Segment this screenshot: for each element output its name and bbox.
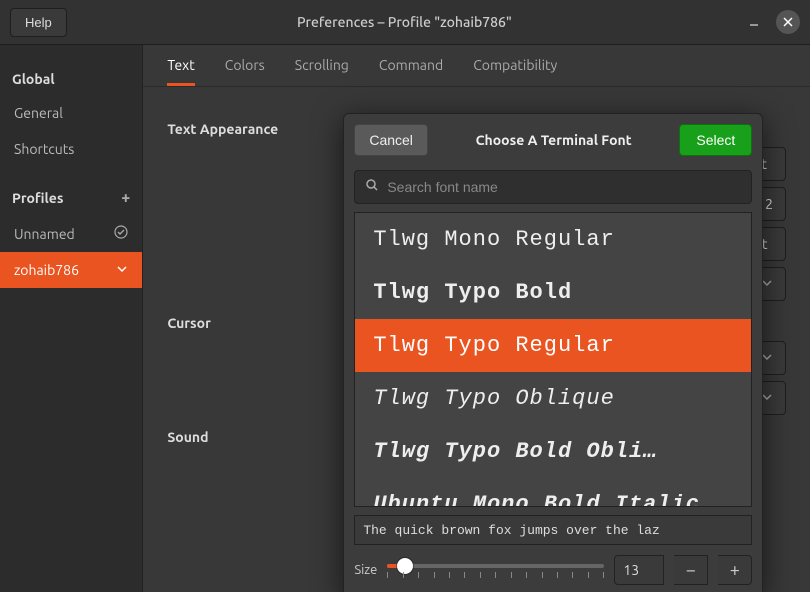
search-icon	[365, 178, 379, 196]
tab-scrolling[interactable]: Scrolling	[295, 57, 349, 86]
select-button[interactable]: Select	[679, 124, 752, 156]
sidebar: Global General Shortcuts Profiles + Unna…	[0, 45, 143, 592]
tabs: Text Colors Scrolling Command Compatibil…	[143, 45, 810, 87]
font-item[interactable]: Tlwg Typo Regular	[355, 319, 751, 372]
chevron-down-icon[interactable]	[116, 262, 128, 278]
titlebar: Help Preferences – Profile "zohaib786"	[0, 0, 810, 45]
sidebar-profile-unnamed[interactable]: Unnamed	[0, 215, 142, 252]
main-panel: Text Colors Scrolling Command Compatibil…	[143, 45, 810, 592]
tab-command[interactable]: Command	[379, 57, 443, 86]
font-item[interactable]: Tlwg Mono Regular	[355, 213, 751, 266]
tab-compatibility[interactable]: Compatibility	[473, 57, 557, 86]
help-button[interactable]: Help	[10, 8, 67, 37]
close-button[interactable]	[776, 10, 800, 34]
size-minus-button[interactable]: −	[674, 555, 708, 585]
minimize-button[interactable]	[742, 10, 766, 34]
font-item[interactable]: Ubuntu Mono Bold Italic	[355, 478, 751, 507]
size-value[interactable]: 13	[614, 555, 664, 585]
search-field[interactable]	[354, 170, 752, 204]
sidebar-section-profiles: Profiles +	[0, 181, 142, 215]
size-label: Size	[354, 563, 377, 577]
tab-colors[interactable]: Colors	[225, 57, 265, 86]
font-item[interactable]: Tlwg Typo Oblique	[355, 372, 751, 425]
font-chooser-dialog: Cancel Choose A Terminal Font Select Tlw…	[343, 113, 763, 592]
size-plus-button[interactable]: +	[718, 555, 752, 585]
window-title: Preferences – Profile "zohaib786"	[77, 14, 732, 30]
sidebar-item-shortcuts[interactable]: Shortcuts	[0, 131, 142, 167]
add-profile-icon[interactable]: +	[121, 189, 130, 207]
font-item[interactable]: Tlwg Typo Bold	[355, 266, 751, 319]
search-input[interactable]	[387, 179, 741, 195]
sidebar-item-general[interactable]: General	[0, 95, 142, 131]
size-slider[interactable]	[387, 557, 604, 583]
check-icon	[114, 225, 128, 242]
dialog-title: Choose A Terminal Font	[476, 132, 632, 148]
font-preview: The quick brown fox jumps over the laz	[354, 515, 752, 545]
cancel-button[interactable]: Cancel	[354, 124, 428, 156]
sidebar-section-global: Global	[0, 63, 142, 95]
font-list[interactable]: Tlwg Mono RegularTlwg Typo BoldTlwg Typo…	[354, 212, 752, 507]
font-item[interactable]: Tlwg Typo Bold Obli…	[355, 425, 751, 478]
tab-text[interactable]: Text	[167, 57, 194, 86]
sidebar-profile-zohaib786[interactable]: zohaib786	[0, 252, 142, 288]
